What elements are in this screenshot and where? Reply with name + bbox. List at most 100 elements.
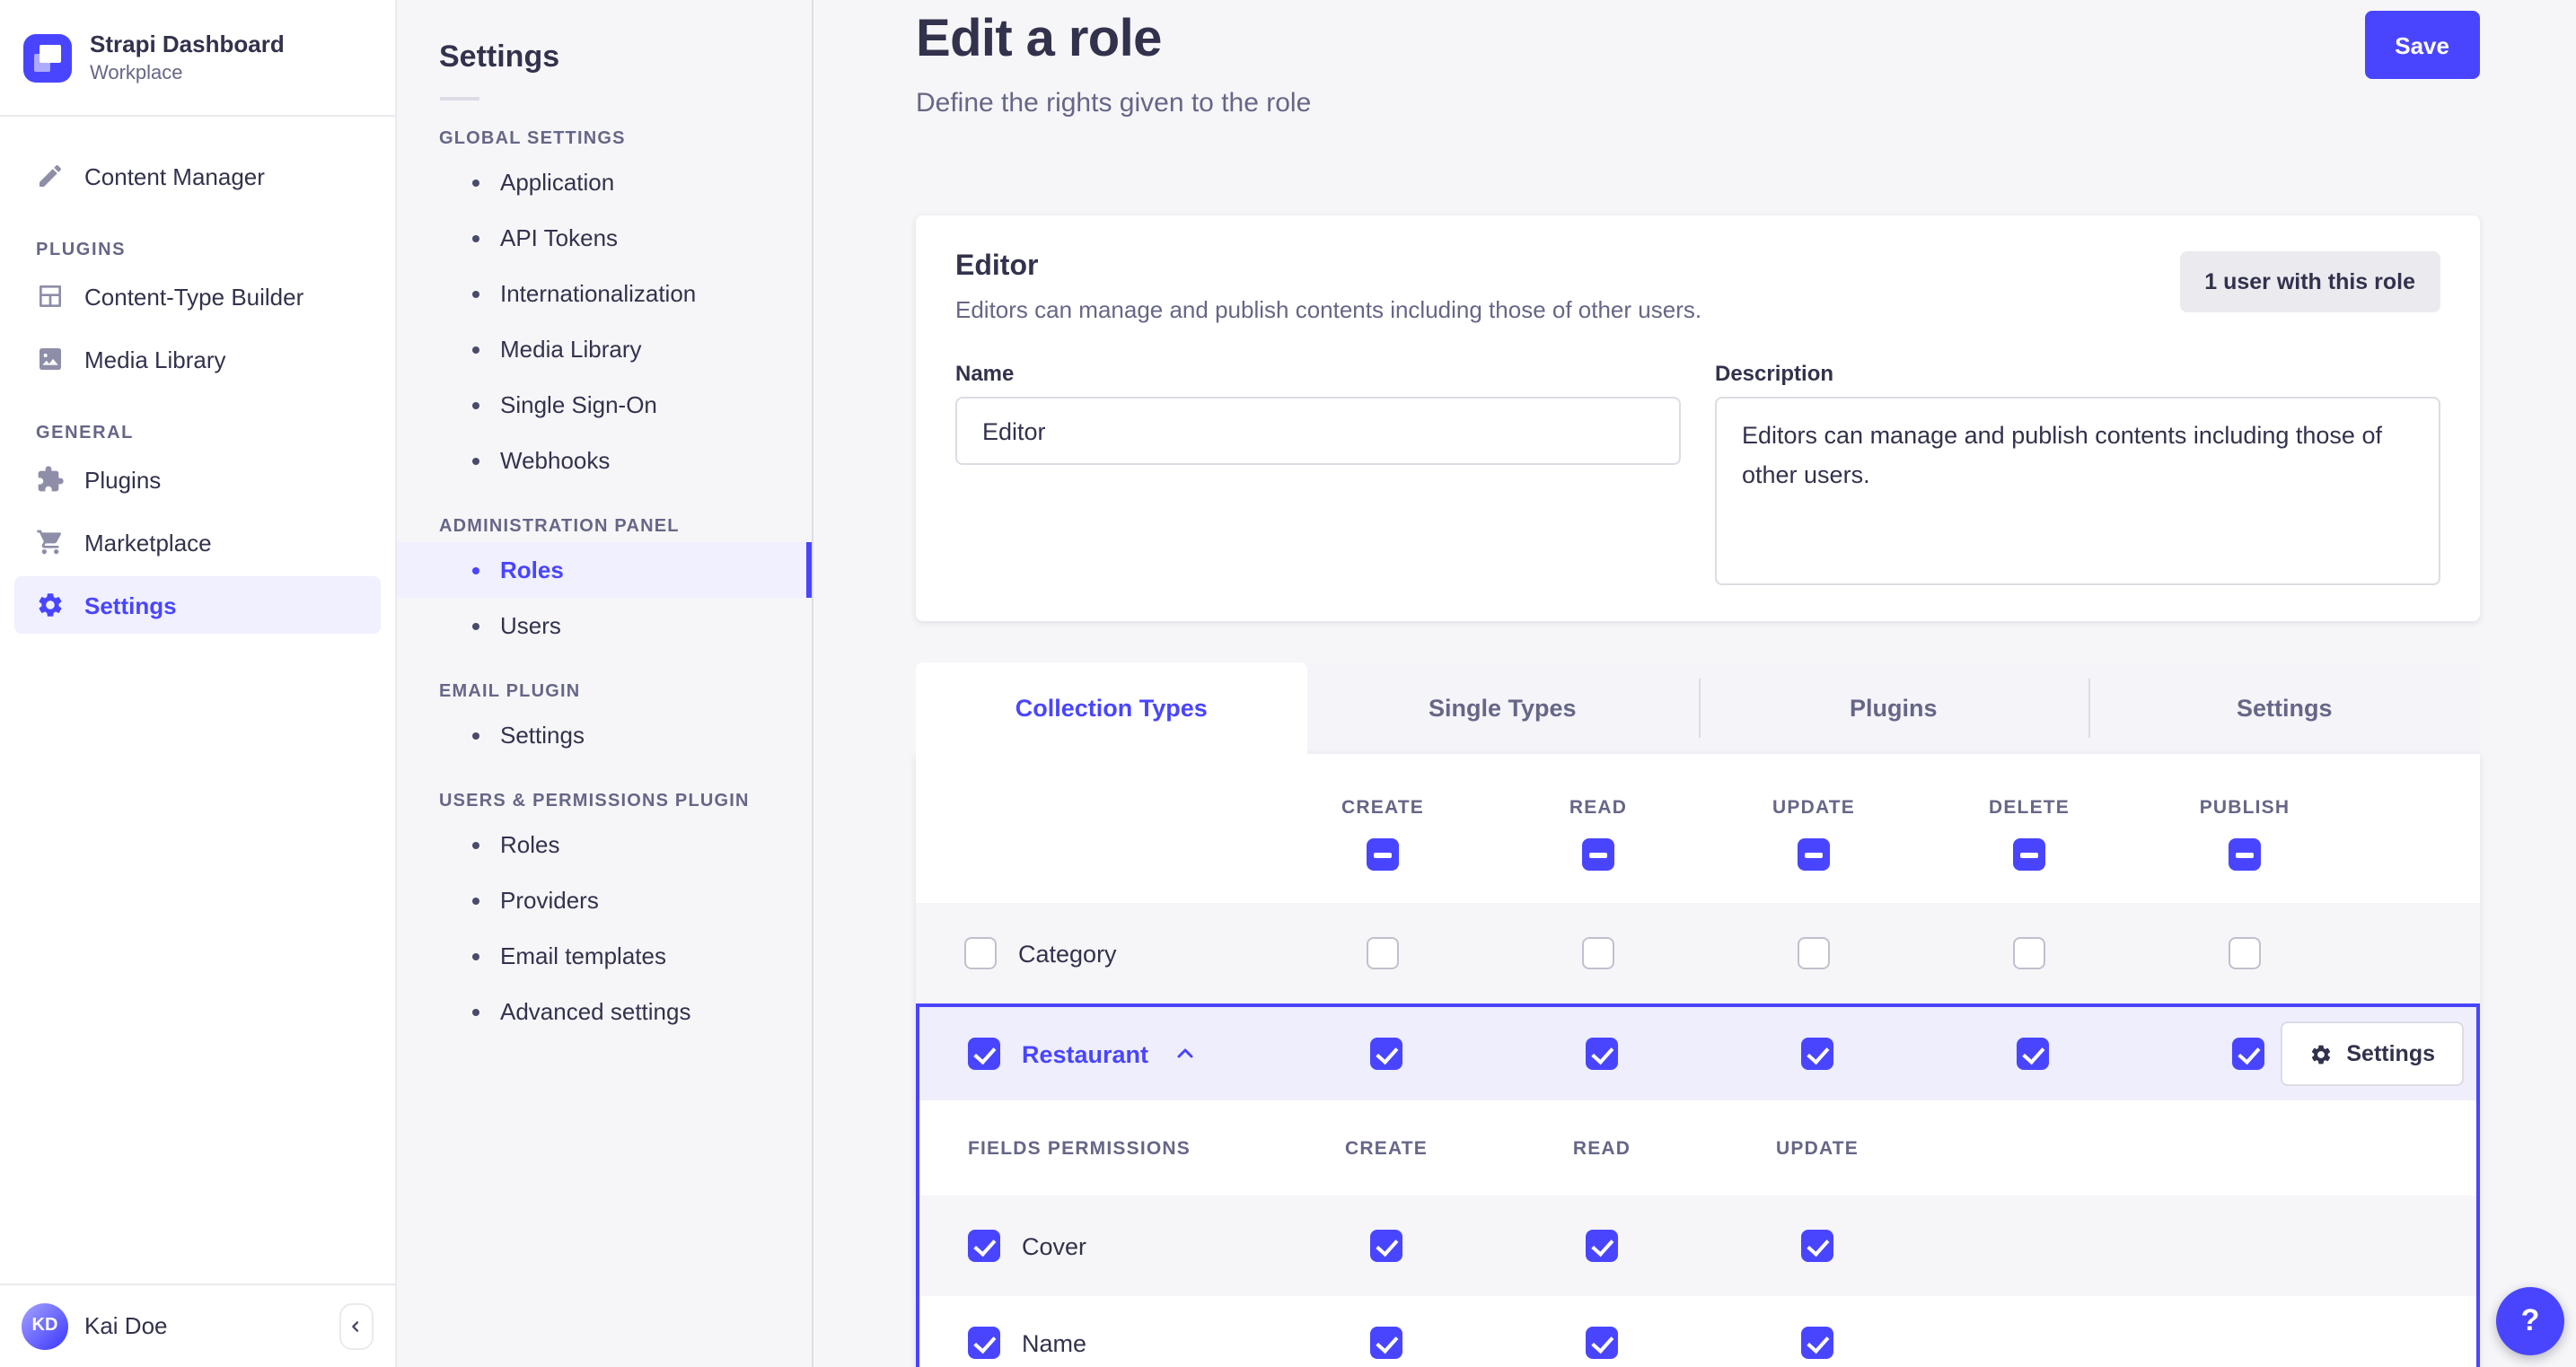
subnav-item-admin-users[interactable]: Users bbox=[396, 598, 811, 653]
subnav-item-label: Users bbox=[500, 612, 561, 639]
subnav-item-up-advanced-settings[interactable]: Advanced settings bbox=[396, 984, 811, 1039]
subnav-header-users-permissions-plugin: USERS & PERMISSIONS PLUGIN bbox=[439, 792, 750, 811]
select-all-publish-checkbox[interactable] bbox=[2229, 838, 2261, 871]
help-button[interactable]: ? bbox=[2496, 1286, 2564, 1354]
description-field[interactable]: Editors can manage and publish contents … bbox=[1715, 397, 2440, 585]
app-window: Strapi Dashboard Workplace Content Manag… bbox=[0, 0, 2576, 1367]
category-read-checkbox[interactable] bbox=[1582, 937, 1614, 969]
row-label[interactable]: Restaurant bbox=[1022, 1040, 1148, 1067]
subnav-item-up-providers[interactable]: Providers bbox=[396, 872, 811, 928]
image-icon bbox=[40, 348, 61, 370]
subnav-item-application[interactable]: Application bbox=[396, 154, 811, 210]
users-with-role-button[interactable]: 1 user with this role bbox=[2179, 251, 2440, 312]
select-all-update-checkbox[interactable] bbox=[1798, 838, 1830, 871]
subnav-item-email-settings[interactable]: Settings bbox=[396, 707, 811, 763]
permissions-panel: Collection Types Single Types Plugins Se… bbox=[916, 662, 2480, 1367]
save-button[interactable]: Save bbox=[2364, 11, 2480, 79]
nav-section-header-general: GENERAL bbox=[36, 424, 134, 443]
subnav-item-label: API Tokens bbox=[500, 224, 619, 251]
tab-plugins[interactable]: Plugins bbox=[1698, 662, 2089, 754]
field-row-name: Name bbox=[919, 1296, 2476, 1367]
subnav-item-admin-roles[interactable]: Roles bbox=[396, 542, 811, 598]
tab-single-types[interactable]: Single Types bbox=[1307, 662, 1699, 754]
select-all-create-checkbox[interactable] bbox=[1367, 838, 1399, 871]
subnav-item-single-sign-on[interactable]: Single Sign-On bbox=[396, 377, 811, 433]
category-delete-checkbox[interactable] bbox=[2013, 937, 2045, 969]
subnav-item-internationalization[interactable]: Internationalization bbox=[396, 266, 811, 321]
chevron-up-icon[interactable] bbox=[1174, 1043, 1195, 1065]
pen-icon bbox=[40, 164, 62, 187]
subnav-item-media-library[interactable]: Media Library bbox=[396, 321, 811, 377]
subnav-item-webhooks[interactable]: Webhooks bbox=[396, 433, 811, 488]
bullet-icon bbox=[471, 234, 479, 241]
table-row-category: Category bbox=[916, 903, 2480, 1003]
subnav-item-label: Providers bbox=[500, 887, 599, 914]
subnav-item-label: Webhooks bbox=[500, 447, 611, 474]
main-sidebar: Strapi Dashboard Workplace Content Manag… bbox=[0, 0, 396, 1367]
sidebar-footer: KD Kai Doe bbox=[0, 1283, 394, 1367]
subnav-item-api-tokens[interactable]: API Tokens bbox=[396, 210, 811, 266]
category-update-checkbox[interactable] bbox=[1798, 937, 1830, 969]
restaurant-create-checkbox[interactable] bbox=[1370, 1038, 1402, 1070]
select-all-read-checkbox[interactable] bbox=[1582, 838, 1614, 871]
name-update-checkbox[interactable] bbox=[1801, 1327, 1833, 1359]
restaurant-row-checkbox[interactable] bbox=[968, 1038, 1000, 1070]
subnav-header-administration-panel: ADMINISTRATION PANEL bbox=[439, 517, 680, 537]
bullet-icon bbox=[471, 1008, 479, 1015]
role-name-heading: Editor bbox=[955, 251, 1039, 282]
subnav-item-up-email-templates[interactable]: Email templates bbox=[396, 928, 811, 984]
subnav-item-label: Settings bbox=[500, 722, 585, 749]
restaurant-update-checkbox[interactable] bbox=[1801, 1038, 1833, 1070]
column-header-create: CREATE bbox=[1341, 797, 1424, 819]
category-row-checkbox[interactable] bbox=[964, 937, 997, 969]
bullet-icon bbox=[471, 841, 479, 848]
chevron-left-icon bbox=[352, 1320, 359, 1331]
sidebar-item-marketplace[interactable]: Marketplace bbox=[14, 513, 380, 571]
permissions-header-row: CREATE READ UPDATE DELETE PUBLISH bbox=[916, 754, 2480, 903]
restaurant-delete-checkbox[interactable] bbox=[2017, 1038, 2049, 1070]
name-row-checkbox[interactable] bbox=[968, 1327, 1000, 1359]
sidebar-item-settings[interactable]: Settings bbox=[14, 576, 380, 634]
name-field[interactable] bbox=[955, 397, 1681, 465]
name-field-label: Name bbox=[955, 361, 1015, 386]
name-create-checkbox[interactable] bbox=[1370, 1327, 1402, 1359]
restaurant-publish-checkbox[interactable] bbox=[2232, 1038, 2264, 1070]
brand-subtitle: Workplace bbox=[90, 62, 183, 84]
tab-settings[interactable]: Settings bbox=[2088, 662, 2481, 754]
sidebar-item-media-library[interactable]: Media Library bbox=[14, 330, 380, 388]
select-all-delete-checkbox[interactable] bbox=[2013, 838, 2045, 871]
fields-permissions-header-row: FIELDS PERMISSIONS CREATE READ UPDATE bbox=[919, 1100, 2476, 1196]
category-publish-checkbox[interactable] bbox=[2229, 937, 2261, 969]
bullet-icon bbox=[471, 732, 479, 739]
bullet-icon bbox=[471, 897, 479, 904]
bullet-icon bbox=[471, 401, 479, 408]
subnav-item-label: Advanced settings bbox=[500, 998, 691, 1025]
restaurant-read-checkbox[interactable] bbox=[1586, 1038, 1618, 1070]
tab-collection-types[interactable]: Collection Types bbox=[916, 662, 1307, 754]
main-nav: Content Manager PLUGINS Content-Type Bui… bbox=[0, 117, 394, 639]
settings-subnav: Settings GLOBAL SETTINGS Application API… bbox=[396, 0, 813, 1367]
sidebar-item-content-type-builder[interactable]: Content-Type Builder bbox=[14, 267, 380, 325]
brand[interactable]: Strapi Dashboard Workplace bbox=[0, 0, 394, 117]
row-label[interactable]: Category bbox=[1018, 940, 1117, 967]
name-read-checkbox[interactable] bbox=[1586, 1327, 1618, 1359]
sidebar-item-content-manager[interactable]: Content Manager bbox=[14, 147, 380, 205]
puzzle-icon bbox=[38, 466, 64, 492]
permissions-tabs: Collection Types Single Types Plugins Se… bbox=[916, 662, 2480, 754]
subnav-item-label: Internationalization bbox=[500, 280, 697, 307]
collapse-sidebar-button[interactable] bbox=[338, 1302, 373, 1349]
nav-section-header-plugins: PLUGINS bbox=[36, 241, 127, 260]
sidebar-item-label: Content Manager bbox=[84, 162, 265, 189]
cover-create-checkbox[interactable] bbox=[1370, 1230, 1402, 1262]
category-create-checkbox[interactable] bbox=[1367, 937, 1399, 969]
fields-column-update: UPDATE bbox=[1776, 1137, 1859, 1159]
settings-button-label: Settings bbox=[2346, 1041, 2435, 1066]
subnav-item-up-roles[interactable]: Roles bbox=[396, 817, 811, 872]
restaurant-settings-button[interactable]: Settings bbox=[2280, 1021, 2464, 1086]
cover-read-checkbox[interactable] bbox=[1586, 1230, 1618, 1262]
cover-update-checkbox[interactable] bbox=[1801, 1230, 1833, 1262]
strapi-logo-icon bbox=[23, 33, 72, 82]
sidebar-item-plugins[interactable]: Plugins bbox=[14, 451, 380, 508]
cover-row-checkbox[interactable] bbox=[968, 1230, 1000, 1262]
avatar[interactable]: KD bbox=[22, 1302, 68, 1349]
